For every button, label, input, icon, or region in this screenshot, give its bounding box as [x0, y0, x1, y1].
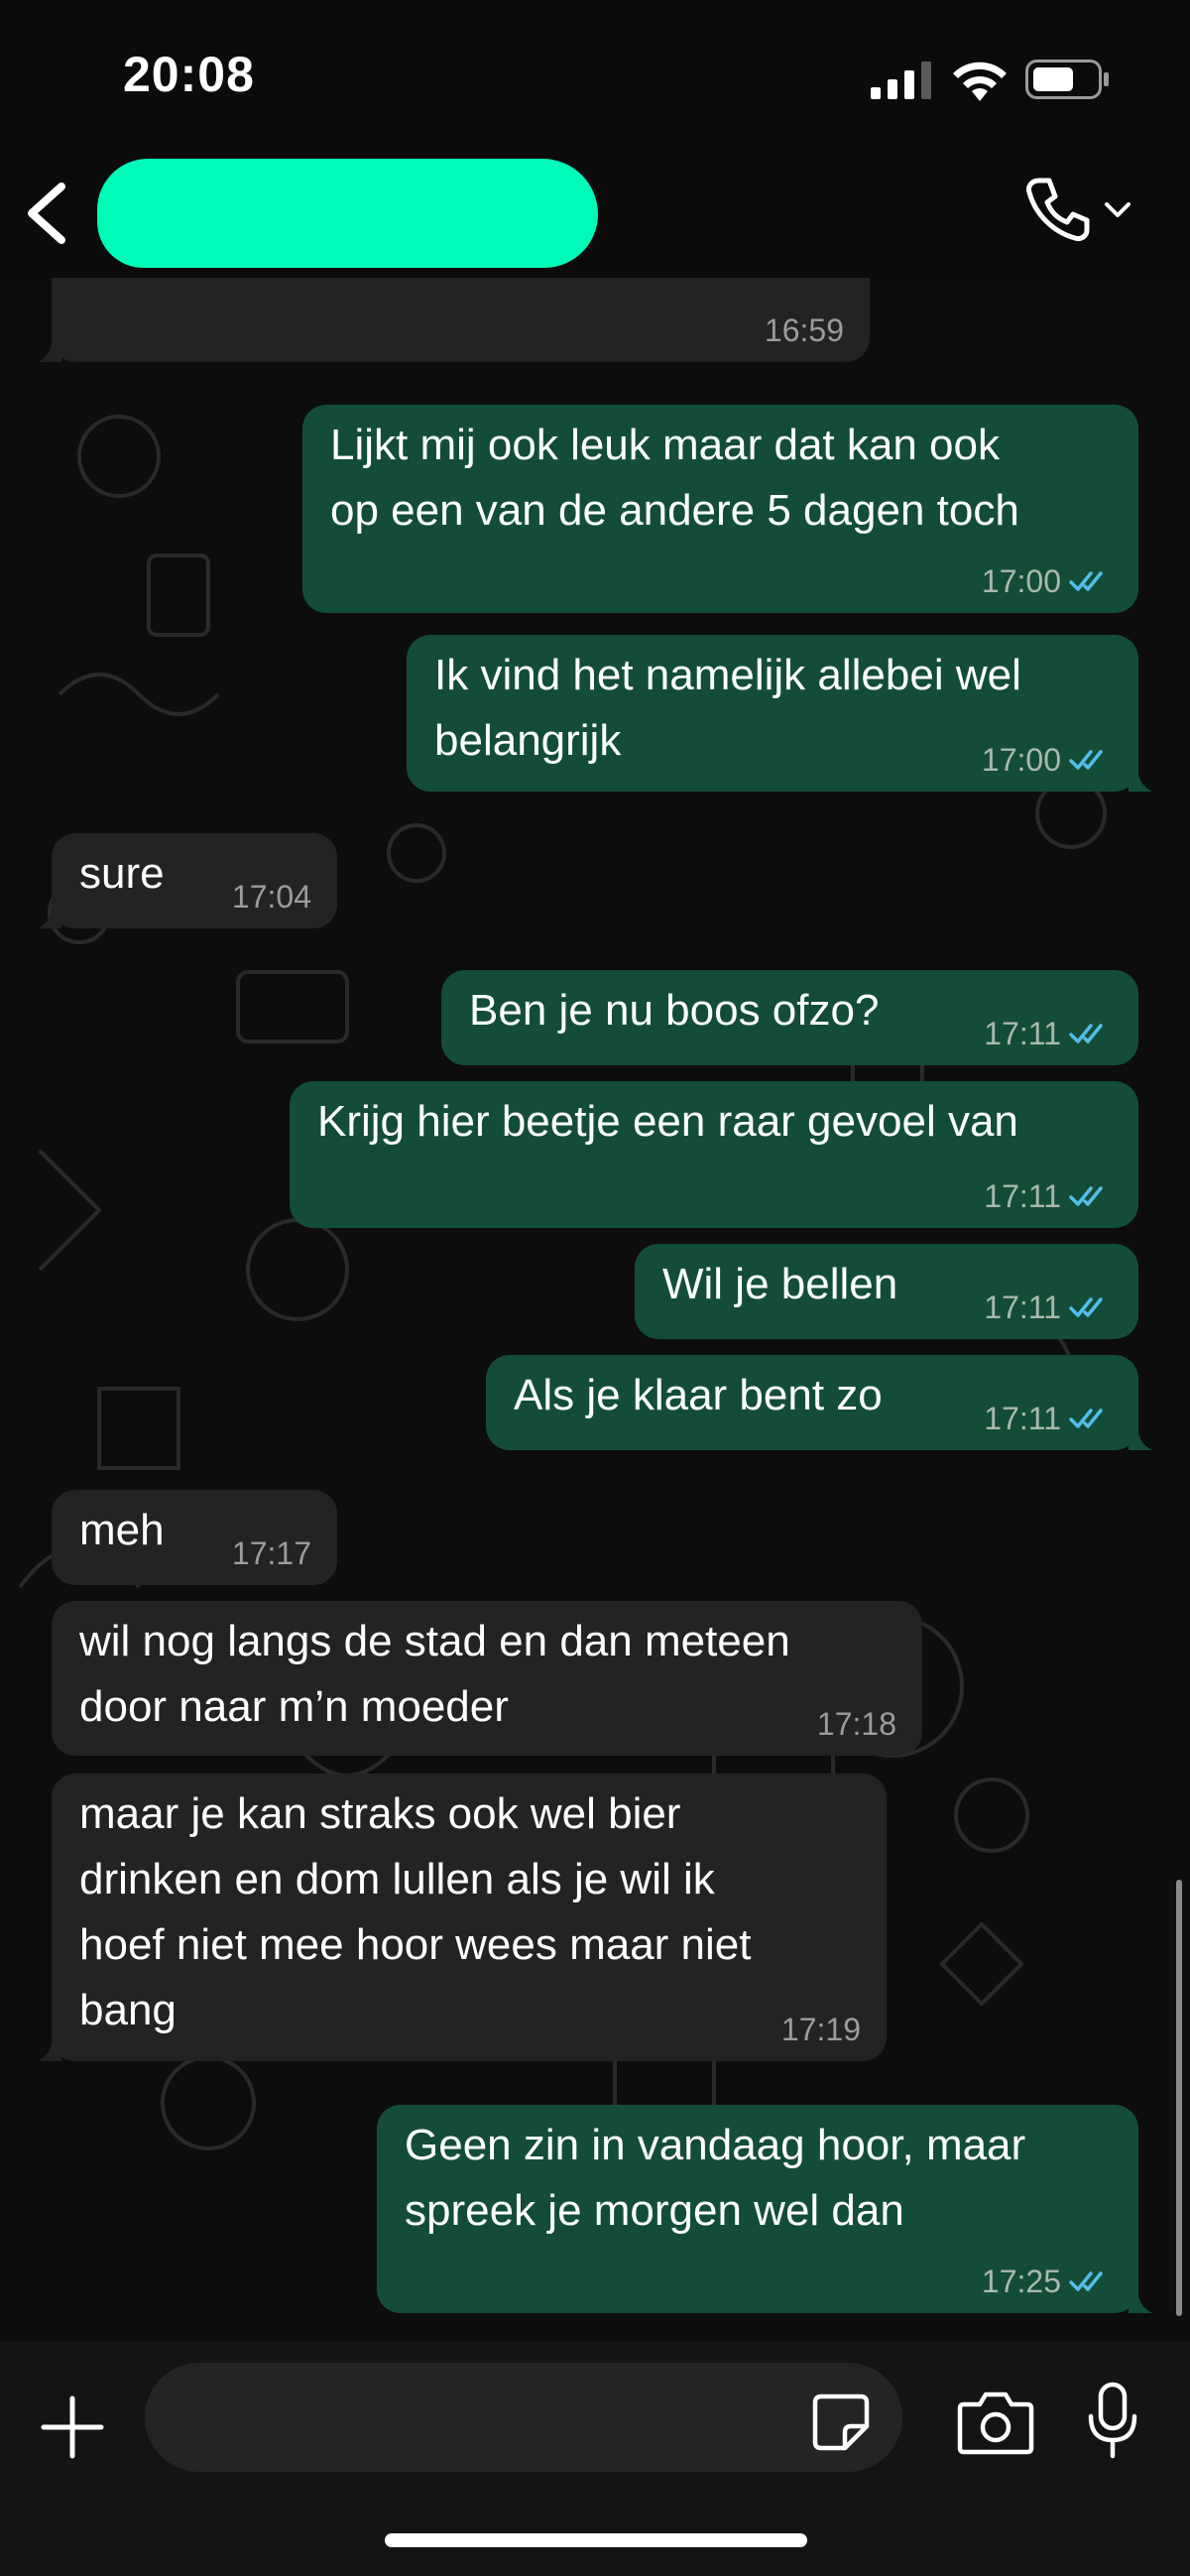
message-meta: 17:19 [781, 2012, 861, 2047]
chevron-down-icon [1105, 202, 1130, 217]
call-button[interactable] [1021, 175, 1140, 254]
bubble-tail [1129, 2287, 1152, 2313]
message-time: 17:00 [981, 742, 1061, 778]
message-time: 17:11 [984, 1016, 1061, 1051]
double-check-icon [1069, 750, 1103, 770]
message-text: wil nog langs de stad en dan meteen door… [79, 1617, 790, 1731]
bubble-tail [38, 903, 61, 928]
message-bubble-outgoing[interactable]: Geen zin in vandaag hoor, maar spreek je… [377, 2105, 1152, 2313]
camera-icon[interactable] [956, 2389, 1035, 2456]
message-meta: 17:11 [984, 1016, 1113, 1051]
message-bubble-outgoing[interactable]: Lijkt mij ook leuk maar dat kan ook op e… [302, 405, 1138, 613]
home-indicator[interactable] [385, 2533, 807, 2547]
message-input[interactable] [145, 2363, 902, 2472]
battery-icon [1025, 60, 1109, 99]
message-bubble-incoming[interactable]: sure 17:04 [38, 833, 337, 928]
message-meta: 17:17 [232, 1535, 311, 1571]
message-time: 17:00 [981, 563, 1061, 599]
double-check-icon [1069, 1186, 1103, 1206]
double-check-icon [1069, 1297, 1103, 1317]
message-time: 17:17 [231, 1535, 311, 1571]
chat-scrollbar[interactable] [1176, 1880, 1182, 2316]
phone-icon [1026, 178, 1090, 241]
double-check-icon [1069, 2271, 1103, 2291]
message-bubble-outgoing[interactable]: Ben je nu boos ofzo? 17:11 [441, 970, 1138, 1065]
sticker-icon[interactable] [809, 2391, 873, 2454]
message-time: 17:11 [984, 1178, 1061, 1214]
bubble-tail [38, 2035, 61, 2061]
message-meta: 16:59 [765, 312, 844, 348]
message-time: 17:11 [984, 1289, 1061, 1325]
double-check-icon [1069, 1024, 1103, 1043]
message-time: 17:11 [984, 1401, 1061, 1436]
status-bar: 20:08 [0, 0, 1190, 149]
message-time: 17:25 [981, 2264, 1061, 2299]
message-meta: 17:18 [817, 1706, 896, 1742]
message-bubble-incoming[interactable]: meh 17:17 [52, 1490, 337, 1585]
chat-header [0, 149, 1190, 278]
chat-area[interactable]: 16:59 Lijkt mij ook leuk maar dat kan oo… [0, 278, 1190, 2341]
double-check-icon [1069, 1409, 1103, 1428]
message-bubble-incoming[interactable]: wil nog langs de stad en dan meteen door… [52, 1601, 922, 1756]
message-time: 17:19 [780, 2012, 861, 2047]
message-meta: 17:04 [232, 879, 311, 915]
message-bubble-outgoing[interactable]: Krijg hier beetje een raar gevoel van 17… [290, 1081, 1138, 1228]
message-meta: 17:11 [984, 1289, 1113, 1325]
message-time: 17:04 [231, 879, 311, 915]
message-meta: 17:00 [982, 563, 1113, 599]
bubble-tail [38, 336, 61, 362]
signal-icon [871, 61, 931, 99]
message-bubble-incoming[interactable]: 16:59 [38, 278, 870, 362]
message-bubble-incoming[interactable]: maar je kan straks ook wel bier drinken … [38, 1774, 887, 2061]
message-meta: 17:25 [982, 2264, 1113, 2299]
message-bubble-outgoing[interactable]: Wil je bellen 17:11 [635, 1244, 1138, 1339]
status-time: 20:08 [123, 47, 255, 102]
message-meta: 17:00 [982, 742, 1113, 778]
message-time: 17:18 [816, 1706, 896, 1742]
bubble-tail [1129, 766, 1152, 792]
message-bubble-outgoing[interactable]: Als je klaar bent zo 17:11 [486, 1355, 1152, 1450]
message-text: Geen zin in vandaag hoor, maar spreek je… [405, 2121, 1026, 2235]
message-text: Krijg hier beetje een raar gevoel van [317, 1097, 1018, 1146]
bubble-tail [1129, 1424, 1152, 1450]
message-text: Lijkt mij ook leuk maar dat kan ook op e… [330, 421, 1019, 535]
plus-icon[interactable] [38, 2392, 107, 2462]
double-check-icon [1069, 571, 1103, 591]
message-bubble-outgoing[interactable]: Ik vind het namelijk allebei wel belangr… [407, 635, 1152, 792]
message-text: maar je kan straks ook wel bier drinken … [79, 1789, 752, 2034]
contact-name-redacted[interactable] [97, 159, 598, 268]
message-time: 16:59 [764, 312, 844, 348]
microphone-icon[interactable] [1085, 2381, 1140, 2460]
message-meta: 17:11 [984, 1401, 1113, 1436]
back-chevron-icon[interactable] [20, 179, 79, 248]
wifi-icon [953, 61, 1007, 101]
message-meta: 17:11 [984, 1178, 1113, 1214]
